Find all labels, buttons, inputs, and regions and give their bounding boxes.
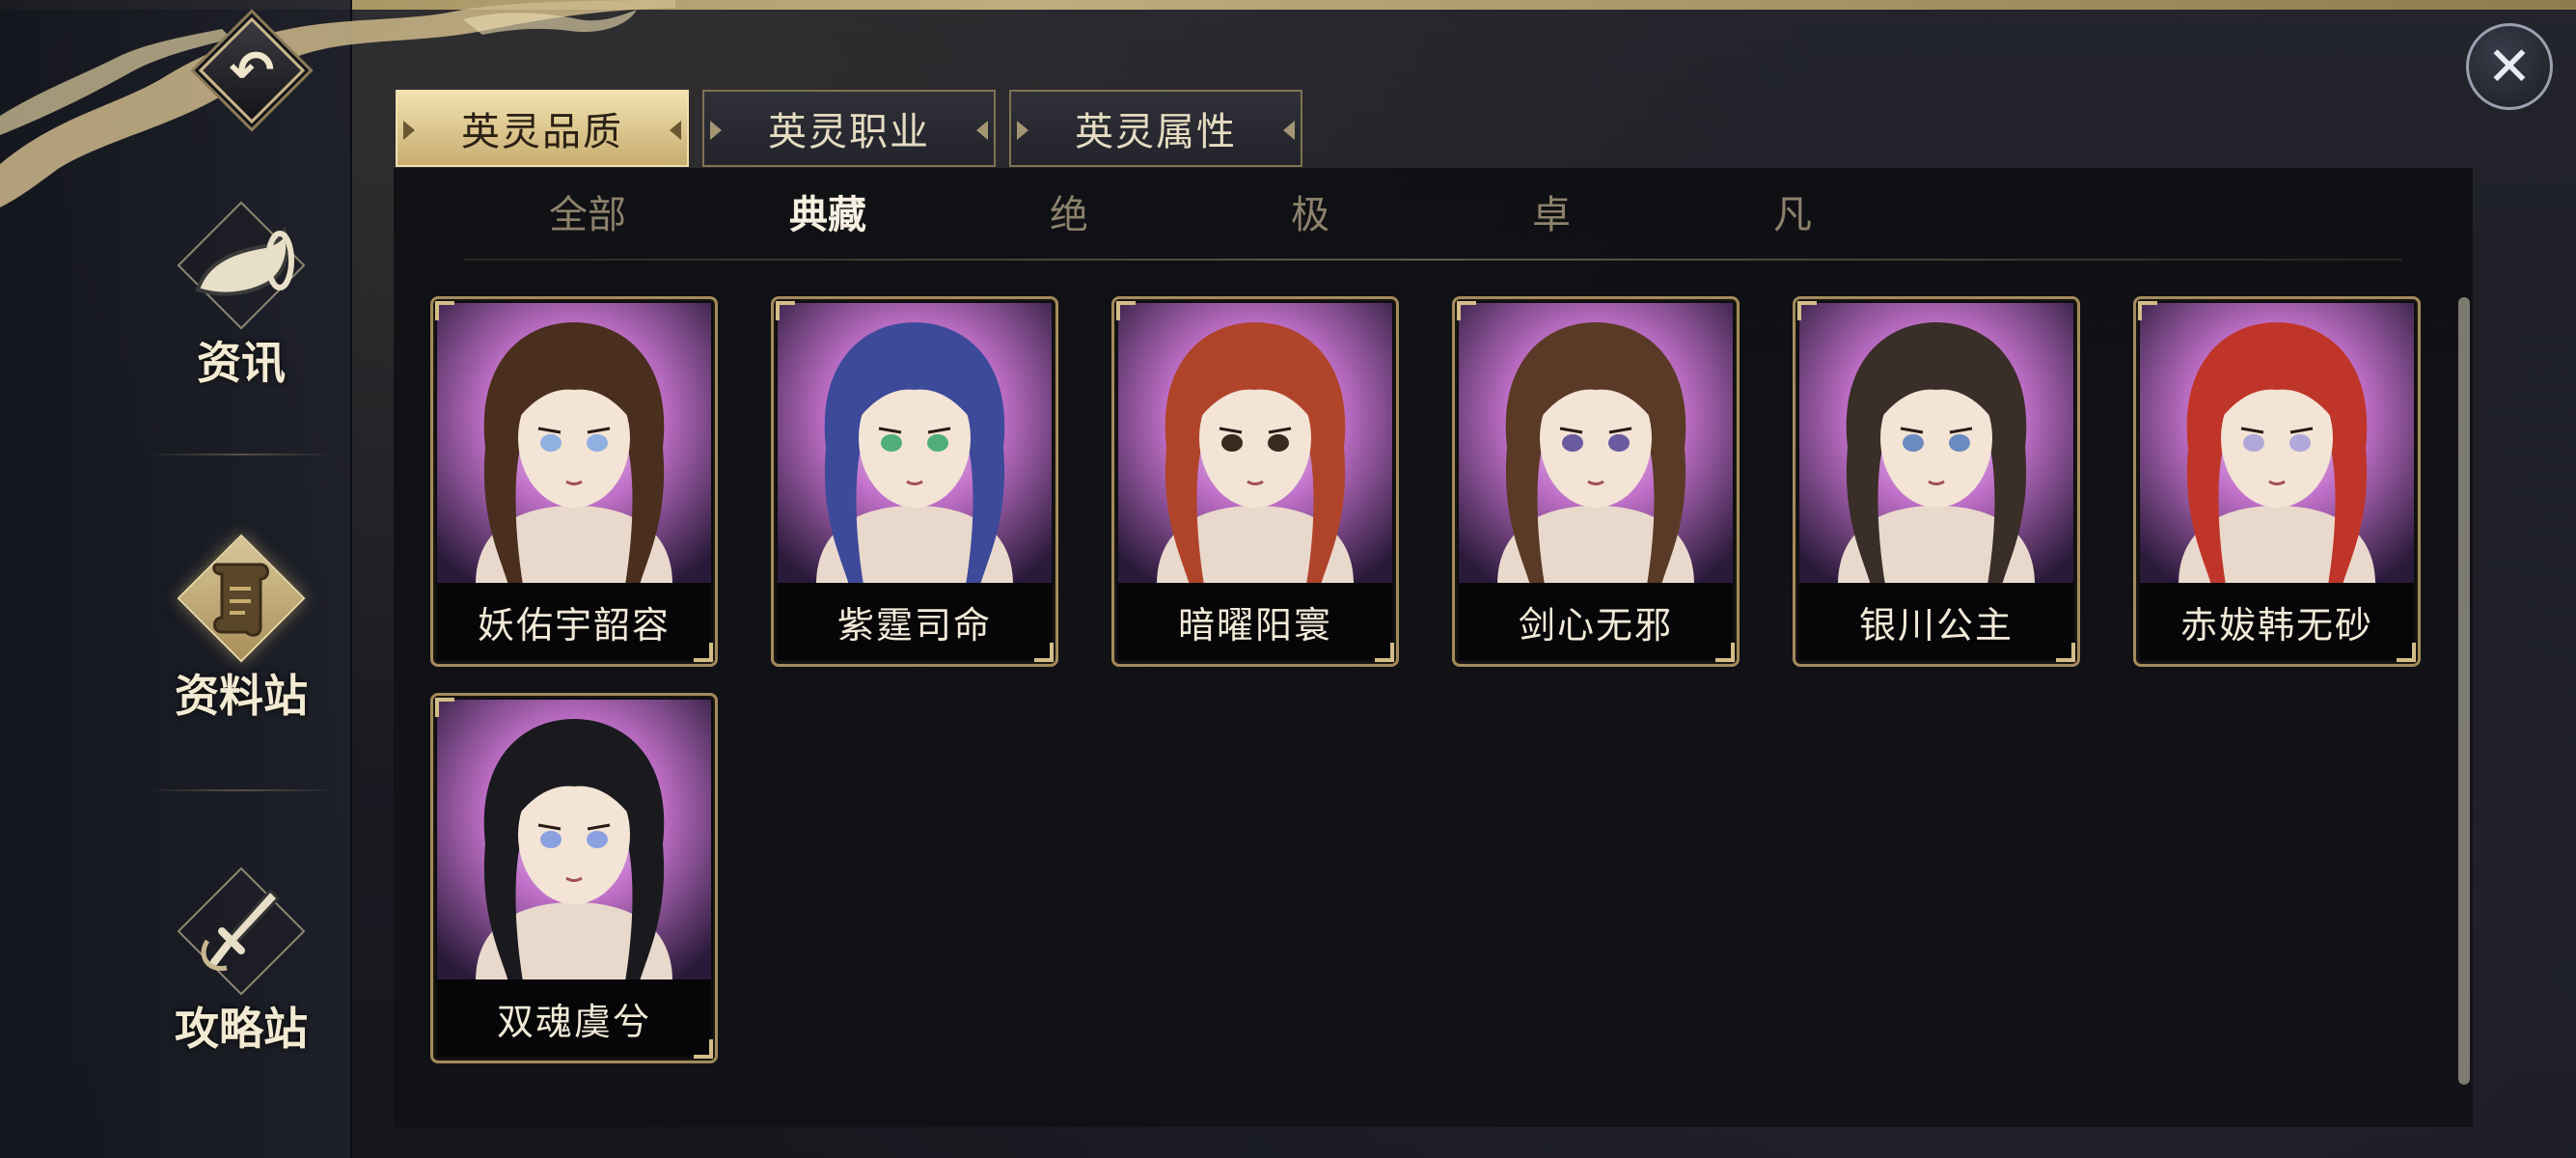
- sidebar-divider: [145, 454, 338, 455]
- tab-hero-class[interactable]: 英灵职业: [702, 90, 996, 167]
- hero-card[interactable]: 妖佑宇韶容: [430, 296, 718, 667]
- sidebar-item-database[interactable]: 资料站: [145, 526, 338, 725]
- portrait-art: [437, 303, 711, 585]
- sidebar-item-news[interactable]: 资讯: [145, 193, 338, 392]
- hero-portrait: [1459, 303, 1733, 585]
- portrait-art: [1118, 303, 1392, 585]
- card-corner: [1715, 643, 1735, 662]
- scrollbar[interactable]: [2458, 297, 2470, 1085]
- horn-icon: [169, 193, 314, 338]
- card-corner: [1375, 643, 1394, 662]
- card-corner: [1457, 301, 1476, 320]
- card-corner: [2138, 301, 2157, 320]
- close-button[interactable]: ✕: [2466, 23, 2553, 110]
- emblem: [169, 526, 314, 671]
- subtab-collection[interactable]: 典藏: [760, 183, 895, 241]
- hero-card[interactable]: 银川公主: [1793, 296, 2080, 667]
- back-button[interactable]: ↶: [195, 14, 309, 127]
- card-corner: [776, 301, 795, 320]
- hero-name: 紫霆司命: [778, 583, 1052, 660]
- portrait-art: [1459, 303, 1733, 585]
- card-corner: [694, 1039, 713, 1059]
- sword-icon: [169, 859, 314, 1004]
- tab-hero-quality[interactable]: 英灵品质: [396, 90, 689, 167]
- card-corner: [694, 643, 713, 662]
- hero-portrait: [2140, 303, 2414, 585]
- hero-name: 剑心无邪: [1459, 583, 1733, 660]
- tab-marker-right: [976, 121, 988, 140]
- close-icon: ✕: [2486, 35, 2533, 98]
- tab-hero-attribute[interactable]: 英灵属性: [1009, 90, 1302, 167]
- tab-label: 英灵品质: [461, 110, 623, 154]
- hero-card[interactable]: 暗曜阳寰: [1111, 296, 1399, 667]
- subtab-all[interactable]: 全部: [520, 183, 655, 241]
- tab-label: 英灵职业: [768, 110, 930, 154]
- portrait-art: [778, 303, 1052, 585]
- hero-name: 妖佑宇韶容: [437, 583, 711, 660]
- emblem: [169, 859, 314, 1004]
- hero-name: 双魂虞兮: [437, 979, 711, 1057]
- hero-portrait: [437, 303, 711, 585]
- subtab-divider: [463, 259, 2402, 261]
- subtab-fan[interactable]: 凡: [1725, 183, 1860, 241]
- card-corner: [435, 698, 454, 717]
- subtab-jue[interactable]: 绝: [1001, 183, 1137, 241]
- scroll-icon: [169, 526, 314, 671]
- hero-portrait: [437, 700, 711, 981]
- hero-card[interactable]: 双魂虞兮: [430, 693, 718, 1063]
- portrait-art: [437, 700, 711, 981]
- sidebar-divider: [145, 789, 338, 791]
- back-arrow-icon: ↶: [229, 39, 275, 102]
- tab-marker-right: [1283, 121, 1295, 140]
- card-corner: [2397, 643, 2416, 662]
- tab-marker-right: [670, 121, 681, 140]
- tab-marker-left: [710, 121, 722, 140]
- subtab-zhuo[interactable]: 卓: [1484, 183, 1619, 241]
- hero-name: 银川公主: [1799, 583, 2073, 660]
- subtab-ji[interactable]: 极: [1243, 183, 1378, 241]
- hero-card[interactable]: 剑心无邪: [1452, 296, 1740, 667]
- card-corner: [1034, 643, 1054, 662]
- card-corner: [1116, 301, 1136, 320]
- hero-name: 赤妭韩无砂: [2140, 583, 2414, 660]
- hero-portrait: [778, 303, 1052, 585]
- sidebar-item-guides[interactable]: 攻略站: [145, 859, 338, 1058]
- tab-marker-left: [403, 121, 415, 140]
- hero-card[interactable]: 紫霆司命: [771, 296, 1058, 667]
- card-corner: [2056, 643, 2075, 662]
- portrait-art: [1799, 303, 2073, 585]
- tab-marker-left: [1017, 121, 1028, 140]
- hero-portrait: [1799, 303, 2073, 585]
- hero-name: 暗曜阳寰: [1118, 583, 1392, 660]
- card-corner: [435, 301, 454, 320]
- tab-label: 英灵属性: [1075, 110, 1237, 154]
- hero-portrait: [1118, 303, 1392, 585]
- emblem: [169, 193, 314, 338]
- hero-card[interactable]: 赤妭韩无砂: [2133, 296, 2421, 667]
- portrait-art: [2140, 303, 2414, 585]
- card-corner: [1797, 301, 1817, 320]
